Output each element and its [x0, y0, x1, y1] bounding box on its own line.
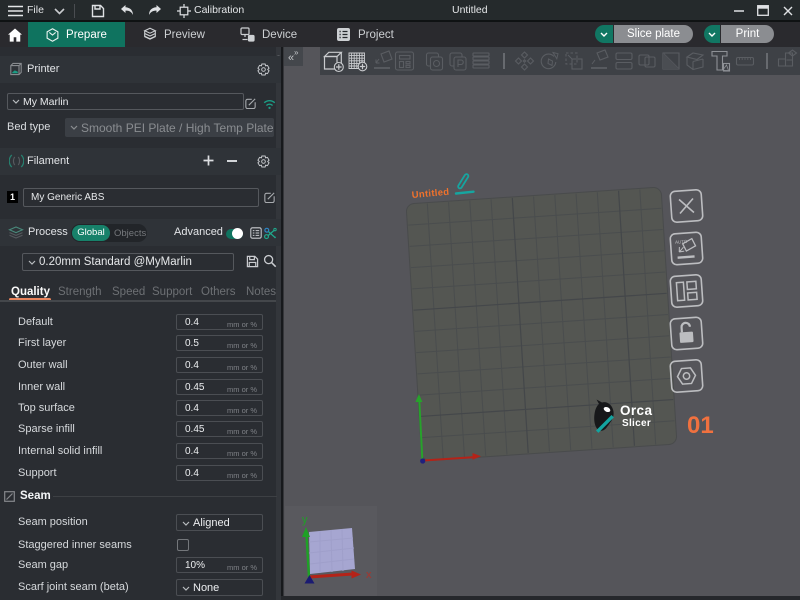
svg-text:AUTO: AUTO: [675, 239, 688, 245]
svg-text:Slicer: Slicer: [622, 418, 651, 429]
svg-text:x: x: [366, 569, 372, 581]
svg-text:y: y: [302, 514, 308, 526]
svg-text:01: 01: [687, 412, 714, 439]
svg-text:»: »: [294, 48, 299, 57]
svg-text:Untitled: Untitled: [411, 187, 450, 201]
svg-text:Orca: Orca: [620, 403, 652, 418]
